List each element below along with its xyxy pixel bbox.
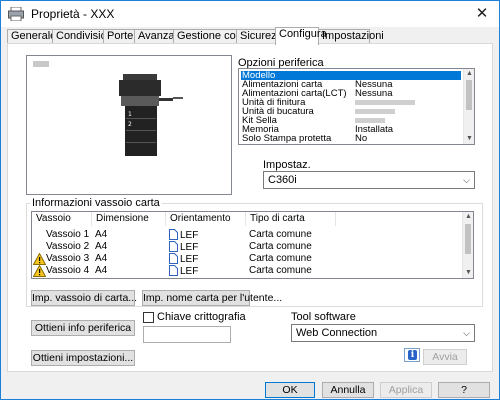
tray-table[interactable]: Vassoio Dimensione Orientamento Tipo di …: [31, 211, 474, 279]
ok-button[interactable]: OK: [265, 382, 315, 398]
option-row[interactable]: Solo Stampa protetta No: [241, 134, 461, 144]
scroll-thumb[interactable]: [465, 224, 471, 254]
redacted-value: [355, 118, 385, 123]
scroll-thumb[interactable]: [466, 80, 472, 110]
setting-label: Impostaz.: [263, 159, 311, 171]
page-orientation-icon: [169, 229, 178, 240]
svg-text:2: 2: [128, 121, 132, 128]
col-orientamento[interactable]: Orientamento: [166, 212, 246, 226]
model-label-redacted: [33, 61, 49, 67]
svg-text:1: 1: [128, 111, 132, 118]
scroll-up-icon[interactable]: ▲: [463, 212, 473, 222]
paper-name-button[interactable]: Imp. nome carta per l'utente...: [142, 290, 282, 306]
tab-condivisione[interactable]: Condivisione: [52, 29, 119, 44]
scroll-down-icon[interactable]: ▼: [464, 134, 474, 144]
encryption-key-input[interactable]: [143, 326, 231, 343]
tab-generale[interactable]: Generale: [7, 29, 56, 44]
options-listbox[interactable]: Modello Alimentazioni carta Nessuna Alim…: [238, 68, 475, 145]
page-orientation-icon: [169, 253, 178, 264]
printer-icon: [8, 7, 24, 21]
software-tool-dropdown[interactable]: Web Connection ⌵: [291, 324, 475, 342]
close-button[interactable]: ✕: [471, 4, 493, 24]
properties-window: Proprietà - XXX ✕ Generale Condivisione …: [0, 0, 500, 400]
title-bar: Proprietà - XXX ✕: [1, 1, 499, 27]
scroll-down-icon[interactable]: ▼: [463, 268, 473, 278]
page-orientation-icon: [169, 265, 178, 276]
warning-icon: [33, 265, 46, 277]
setting-value: C360i: [268, 174, 297, 186]
info-icon[interactable]: i: [404, 348, 420, 362]
options-scrollbar[interactable]: ▲ ▼: [463, 69, 474, 144]
chevron-down-icon: ⌵: [463, 328, 470, 338]
software-tool-label: Tool software: [291, 311, 356, 323]
tray-settings-button[interactable]: Imp. vassoio di carta...: [31, 290, 137, 306]
tab-sicurezza[interactable]: Sicurezza: [236, 29, 288, 44]
table-row[interactable]: Vassoio 2 A4 LEF Carta comune: [32, 241, 462, 253]
printer-illustration: 1 2: [119, 74, 183, 156]
page-orientation-icon: [169, 241, 178, 252]
encryption-label: Chiave crittografia: [157, 311, 246, 323]
col-dimensione[interactable]: Dimensione: [92, 212, 166, 226]
redacted-value: [355, 109, 395, 114]
window-title: Proprietà - XXX: [31, 7, 115, 21]
launch-button[interactable]: Avvia: [423, 349, 467, 365]
redacted-value: [355, 100, 415, 105]
cancel-button[interactable]: Annulla: [322, 382, 374, 398]
tray-table-scrollbar[interactable]: ▲ ▼: [462, 212, 473, 278]
get-settings-button[interactable]: Ottieni impostazioni...: [31, 350, 135, 366]
apply-button[interactable]: Applica: [380, 382, 432, 398]
tab-gestione-colori[interactable]: Gestione colori: [173, 29, 250, 44]
scroll-up-icon[interactable]: ▲: [464, 69, 474, 79]
setting-dropdown[interactable]: C360i ⌵: [263, 171, 475, 189]
help-button[interactable]: ?: [438, 382, 490, 398]
table-row[interactable]: Vassoio 1 A4 LEF Carta comune: [32, 229, 462, 241]
get-device-info-button[interactable]: Ottieni info periferica: [31, 320, 135, 336]
tab-configura[interactable]: Configura: [275, 27, 327, 45]
tray-info-title: Informazioni vassoio carta: [30, 197, 162, 209]
table-row[interactable]: Vassoio 4 A4 LEF Carta comune: [32, 265, 462, 277]
col-vassoio[interactable]: Vassoio: [32, 212, 92, 226]
tab-avanzate[interactable]: Avanzate: [134, 29, 184, 44]
tray-table-header: Vassoio Dimensione Orientamento Tipo di …: [32, 212, 462, 226]
chevron-down-icon: ⌵: [463, 175, 470, 185]
table-row[interactable]: Vassoio 3 A4 LEF Carta comune: [32, 253, 462, 265]
software-tool-value: Web Connection: [296, 327, 378, 339]
tab-porte[interactable]: Porte: [103, 29, 135, 44]
warning-icon: [33, 253, 46, 265]
col-tipo-carta[interactable]: Tipo di carta: [246, 212, 336, 226]
encryption-checkbox[interactable]: [143, 312, 154, 323]
printer-preview: 1 2: [26, 55, 232, 195]
